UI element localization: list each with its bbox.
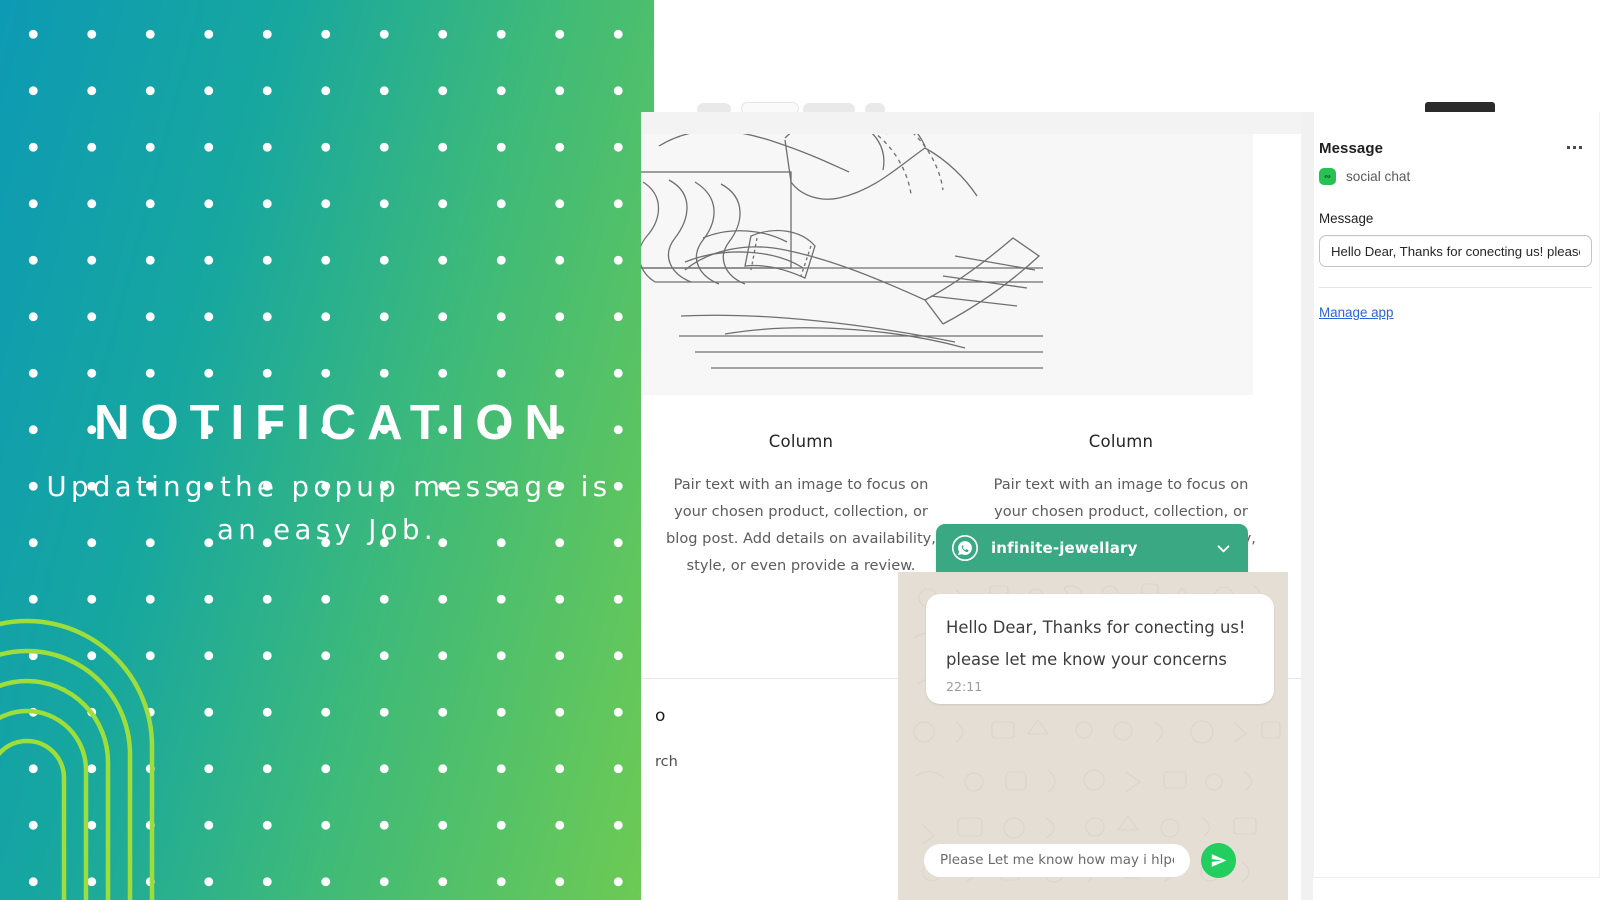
chat-message-text: Hello Dear, Thanks for conecting us! ple…	[946, 618, 1246, 670]
message-field-label: Message	[1319, 211, 1374, 226]
whatsapp-icon	[952, 535, 978, 561]
preview-top-strip	[641, 112, 1301, 134]
chevron-down-icon[interactable]	[1215, 540, 1232, 557]
sidebar-header: Message	[1313, 112, 1600, 157]
app-settings-sidebar: Message ∾ social chat Message Manage app	[1313, 112, 1600, 900]
hero-product-image	[641, 134, 1253, 395]
preview-footer: o rch	[641, 706, 941, 770]
send-button[interactable]	[1201, 843, 1236, 878]
whatsapp-chat-body: Hello Dear, Thanks for conecting us! ple…	[898, 572, 1288, 900]
chat-message-input[interactable]	[924, 844, 1190, 877]
send-icon	[1211, 854, 1227, 867]
screen-root: NOTIFICATION Updating the popup message …	[0, 0, 1600, 900]
chat-input-row	[924, 843, 1236, 878]
message-field-wrapper	[1313, 226, 1600, 267]
whatsapp-account-name: infinite-jewellary	[991, 539, 1138, 557]
notification-subtitle: Updating the popup message is an easy Jo…	[46, 470, 612, 547]
sidebar-rail	[1301, 112, 1313, 900]
sidebar-divider	[1319, 287, 1592, 288]
column-title: Column	[768, 432, 834, 451]
sidebar-title: Message	[1319, 140, 1384, 157]
column-title: Column	[1088, 432, 1154, 451]
more-horizontal-icon[interactable]	[1567, 140, 1582, 150]
chat-message-time: 22:11	[946, 678, 983, 694]
sidebar-app-name: social chat	[1346, 169, 1411, 184]
notification-text-block: NOTIFICATION Updating the popup message …	[0, 396, 654, 553]
sidebar-app-row[interactable]: ∾ social chat	[1313, 157, 1600, 185]
chat-message-bubble: Hello Dear, Thanks for conecting us! ple…	[926, 594, 1274, 704]
manage-app-link[interactable]: Manage app	[1319, 305, 1393, 320]
shoe-line-art-icon	[641, 134, 1043, 369]
sidebar-bottom-divider	[1319, 877, 1592, 878]
arch-decoration	[0, 618, 155, 900]
social-chat-app-icon: ∾	[1319, 168, 1336, 185]
whatsapp-widget-header[interactable]: infinite-jewellary	[936, 524, 1248, 572]
notification-title: NOTIFICATION	[94, 396, 571, 450]
message-field-input[interactable]	[1319, 235, 1592, 267]
whatsapp-chat-widget: infinite-jewellary Hello Dear, Thanks fo…	[898, 524, 1288, 900]
notification-slide: NOTIFICATION Updating the popup message …	[0, 0, 654, 900]
